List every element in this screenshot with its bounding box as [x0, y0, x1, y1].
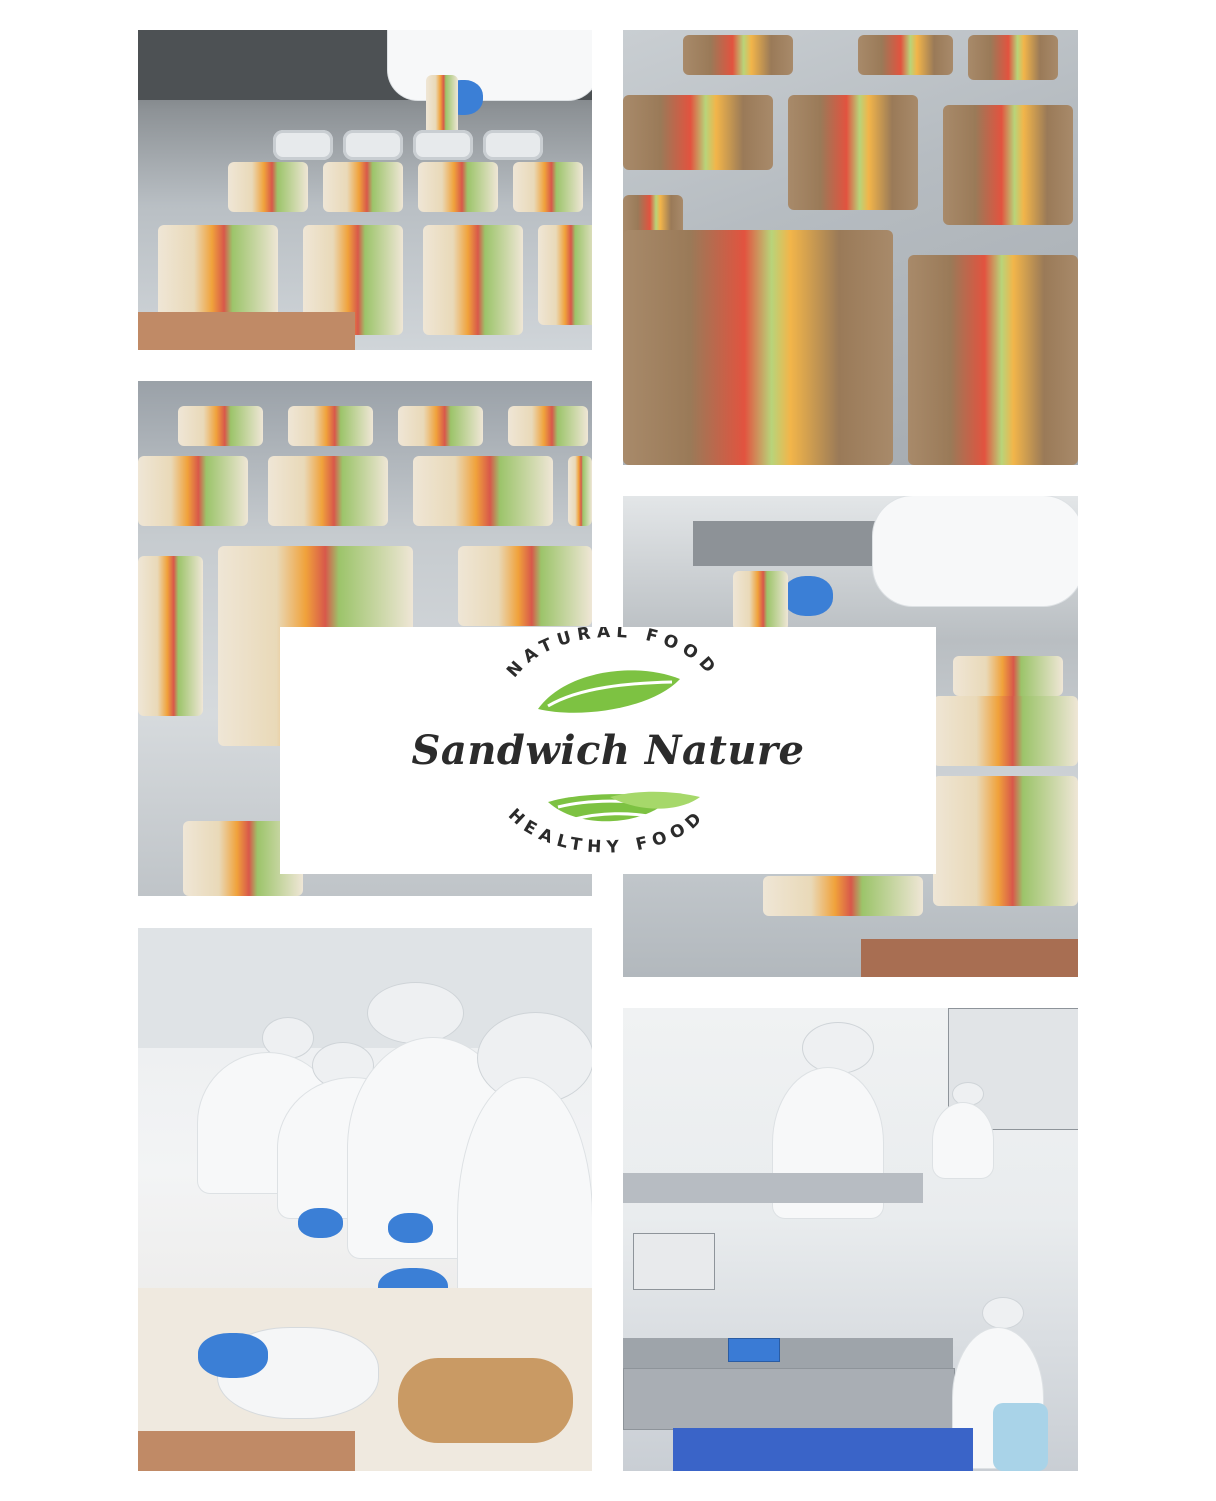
photo-tray-loading: [138, 30, 592, 350]
glove-icon: [198, 1333, 268, 1378]
glove-icon: [783, 576, 833, 616]
photo-workers-assembling: [138, 928, 592, 1471]
caption-bar: [138, 1431, 355, 1471]
glove-icon: [298, 1208, 343, 1238]
photo-wholegrain-closeup: [623, 30, 1078, 465]
photo-quality-lab: [623, 1008, 1078, 1471]
caption-bar: [138, 312, 355, 350]
leaf-icon: [538, 670, 680, 713]
fields-icon: [548, 791, 700, 822]
brand-logo-card: NATURAL FOOD HEALTHY FOOD Sandwich Natur…: [280, 627, 936, 874]
brand-name: Sandwich Nature: [411, 727, 805, 774]
caption-bar: [861, 939, 1078, 977]
glove-icon: [388, 1213, 433, 1243]
